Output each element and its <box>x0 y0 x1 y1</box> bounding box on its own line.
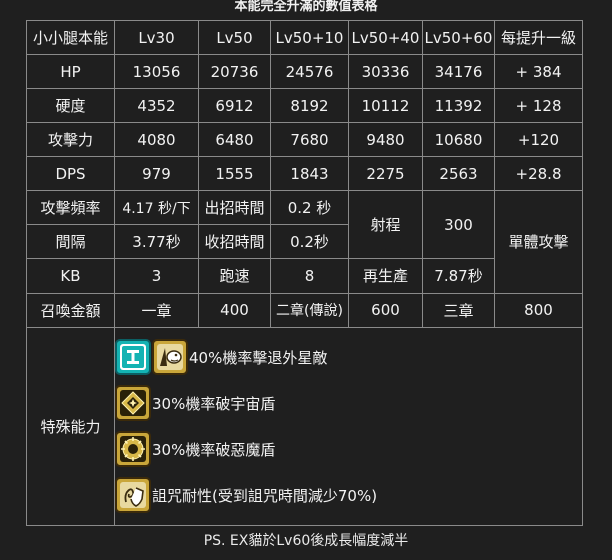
table-cell: 600 <box>348 292 423 328</box>
table-cell: 8192 <box>270 88 349 124</box>
header-cell: Lv50+60 <box>422 19 495 56</box>
table-cell: 10680 <box>422 122 495 158</box>
abilities-cell: 40%機率擊退外星敵 30%機率破宇宙盾 30%機率破惡魔盾 詛咒耐性(受到詛咒… <box>114 326 583 527</box>
table-cell: 3.77秒 <box>114 224 199 260</box>
row-label: DPS <box>26 156 115 192</box>
row-label: 硬度 <box>26 88 115 124</box>
table-row-attack-frequency: 攻擊頻率 4.17 秒/下 出招時間 0.2 秒 射程 300 單體攻擊 <box>26 190 583 294</box>
table-cell: 1555 <box>198 156 271 192</box>
ability-item: 40%機率擊退外星敵 <box>115 334 582 380</box>
break-starred-shield-icon <box>115 385 151 422</box>
header-cell: 每提升一級 <box>494 19 583 56</box>
table-cell: 7.87秒 <box>422 258 495 294</box>
table-cell: 11392 <box>422 88 495 124</box>
row-label: 攻擊頻率 <box>26 190 115 226</box>
row-label: HP <box>26 54 115 90</box>
alien-target-icon <box>115 339 151 376</box>
knockback-icon <box>152 339 188 376</box>
ability-text: 30%機率破惡魔盾 <box>152 440 276 459</box>
table-cell: 一章 <box>114 292 199 328</box>
row-label: 召喚金額 <box>26 292 115 328</box>
table-cell: 20736 <box>198 54 271 90</box>
table-row-hp: HP 13056 20736 24576 30336 34176 + 384 <box>26 54 583 90</box>
table-cell: 6912 <box>198 88 271 124</box>
footnote: PS. EX貓於Lv60後成長幅度減半 <box>203 533 409 549</box>
row-label: 攻擊力 <box>26 122 115 158</box>
table-cell: 1843 <box>270 156 349 192</box>
table-cell: +120 <box>494 122 583 158</box>
table-cell: 400 <box>198 292 271 328</box>
header-cell: Lv50+10 <box>270 19 349 56</box>
table-header-row: 小小腿本能 Lv30 Lv50 Lv50+10 Lv50+40 Lv50+60 … <box>26 19 583 56</box>
table-cell: 4.17 秒/下 <box>114 190 199 226</box>
ability-item: 詛咒耐性(受到詛咒時間減少70%) <box>115 472 582 518</box>
table-cell: 34176 <box>422 54 495 90</box>
row-label: 出招時間 <box>198 190 271 226</box>
row-label: 間隔 <box>26 224 115 260</box>
header-cell: Lv30 <box>114 19 199 56</box>
header-cell: Lv50 <box>198 19 271 56</box>
header-cell: 小小腿本能 <box>26 19 115 56</box>
table-cell: 3 <box>114 258 199 294</box>
table-cell: +28.8 <box>494 156 583 192</box>
table-cell: 6480 <box>198 122 271 158</box>
page-title: 本能完全升滿的數值表格 <box>234 0 378 14</box>
row-label: KB <box>26 258 115 294</box>
ability-text: 詛咒耐性(受到詛咒時間減少70%) <box>152 486 378 505</box>
table-row-cost: 召喚金額 一章 400 二章(傳說) 600 三章 800 <box>26 292 583 328</box>
table-cell: 800 <box>494 292 583 328</box>
table-row-dps: DPS 979 1555 1843 2275 2563 +28.8 <box>26 156 583 192</box>
table-cell: 0.2秒 <box>270 224 349 260</box>
stats-table: 小小腿本能 Lv30 Lv50 Lv50+10 Lv50+40 Lv50+60 … <box>26 19 583 527</box>
ability-item: 30%機率破惡魔盾 <box>115 426 582 472</box>
table-row-attack: 攻擊力 4080 6480 7680 9480 10680 +120 <box>26 122 583 158</box>
table-cell: 0.2 秒 <box>270 190 349 226</box>
table-cell: 4352 <box>114 88 199 124</box>
row-label: 收招時間 <box>198 224 271 260</box>
table-cell: 9480 <box>348 122 423 158</box>
row-label: 特殊能力 <box>26 326 115 527</box>
table-cell: 24576 <box>270 54 349 90</box>
ability-text: 40%機率擊退外星敵 <box>189 348 328 367</box>
ability-item: 30%機率破宇宙盾 <box>115 380 582 426</box>
table-row-defense: 硬度 4352 6912 8192 10112 11392 + 128 <box>26 88 583 124</box>
table-cell: 300 <box>422 190 495 260</box>
ability-text: 30%機率破宇宙盾 <box>152 394 276 413</box>
row-label: 射程 <box>348 190 423 260</box>
row-label: 再生產 <box>348 258 423 294</box>
table-cell: 979 <box>114 156 199 192</box>
table-cell: 7680 <box>270 122 349 158</box>
table-cell: + 384 <box>494 54 583 90</box>
curse-resistance-icon <box>115 477 151 514</box>
table-cell: 單體攻擊 <box>494 190 583 294</box>
table-cell: + 128 <box>494 88 583 124</box>
table-cell: 2563 <box>422 156 495 192</box>
table-cell: 4080 <box>114 122 199 158</box>
table-cell: 30336 <box>348 54 423 90</box>
header-cell: Lv50+40 <box>348 19 423 56</box>
table-cell: 13056 <box>114 54 199 90</box>
table-row-special-abilities: 特殊能力 40%機率擊退外星敵 30%機率破宇宙盾 30%機率破惡魔盾 詛咒耐性… <box>26 326 583 527</box>
table-cell: 2275 <box>348 156 423 192</box>
table-cell: 二章(傳說) <box>270 292 349 328</box>
table-cell: 三章 <box>422 292 495 328</box>
row-label: 跑速 <box>198 258 271 294</box>
break-demon-shield-icon <box>115 431 151 468</box>
table-cell: 10112 <box>348 88 423 124</box>
table-cell: 8 <box>270 258 349 294</box>
